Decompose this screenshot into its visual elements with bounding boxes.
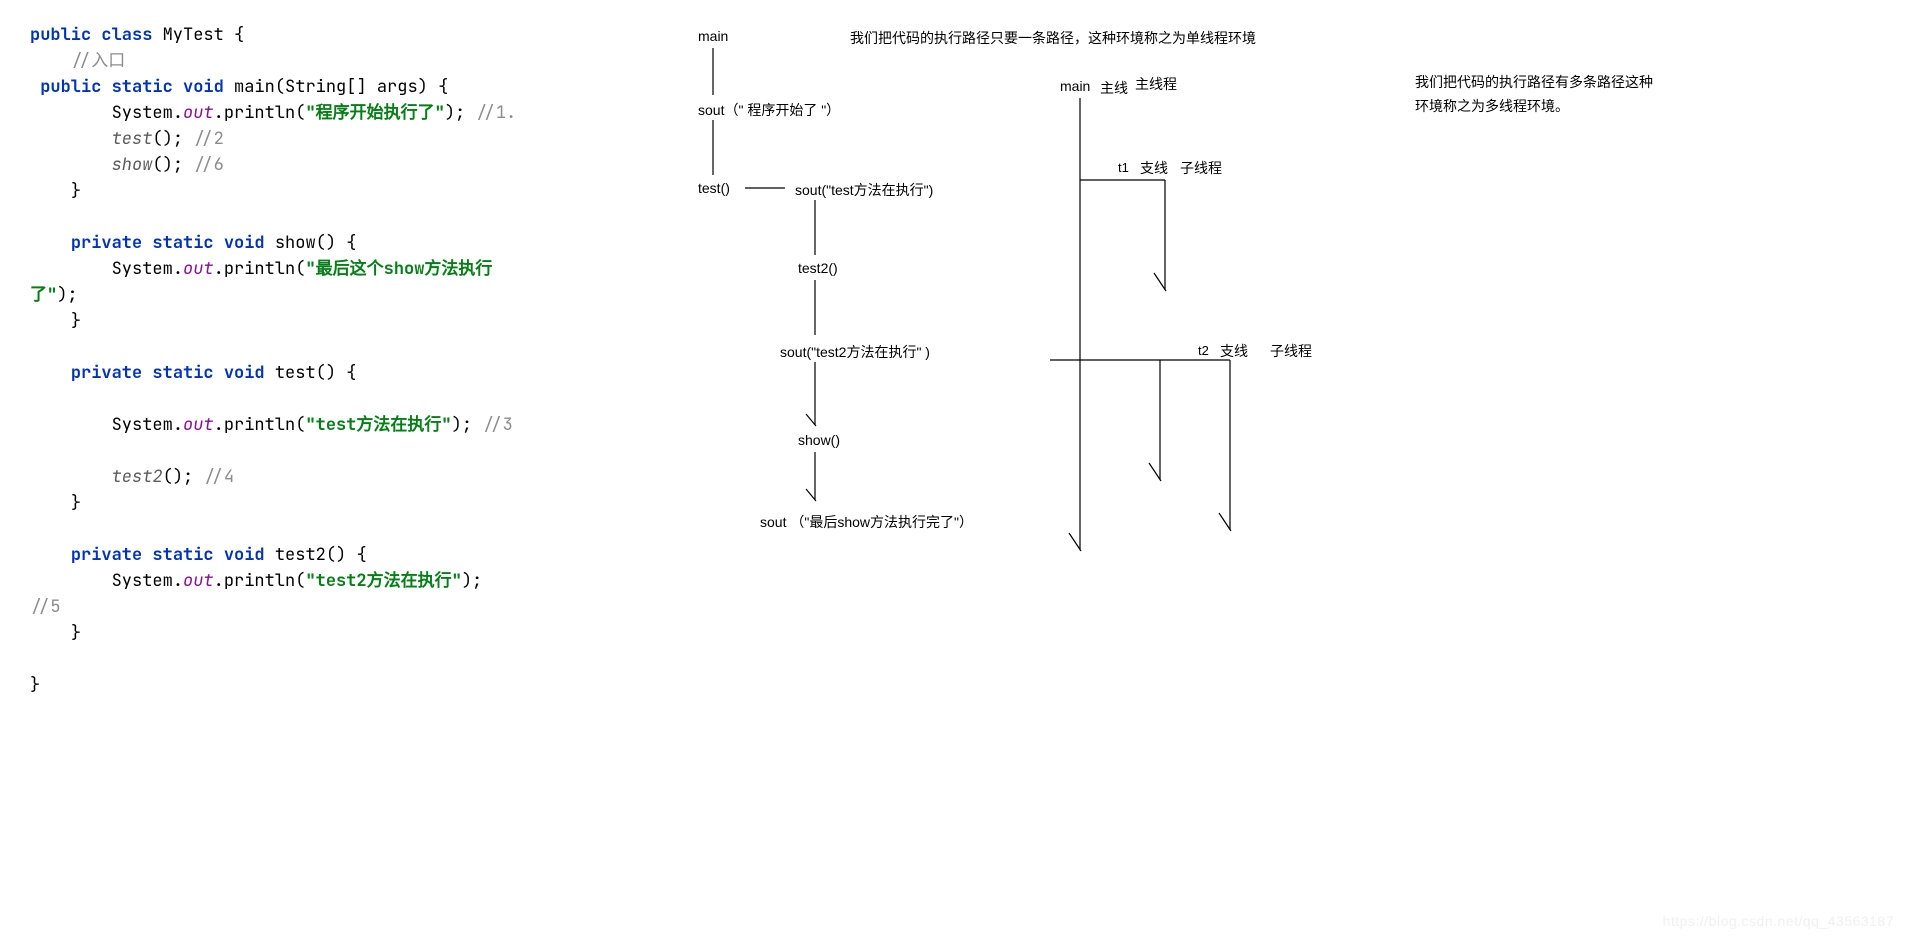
node-sout-test: sout("test方法在执行")	[795, 180, 933, 200]
rd-zhuxiancheng: 主线程	[1135, 74, 1177, 94]
rd-t2: t2	[1198, 343, 1209, 358]
rd-t2-zixian: 子线程	[1270, 341, 1312, 361]
note-multi-1: 我们把代码的执行路径有多条路径这种	[1415, 72, 1653, 92]
rd-t1-zixian: 子线程	[1180, 158, 1222, 178]
rd-zhuxian: 主线	[1100, 78, 1128, 98]
rd-t1: t1	[1118, 160, 1129, 175]
node-test: test()	[698, 180, 730, 196]
node-show: show()	[798, 432, 840, 448]
diagram-lines	[0, 0, 1914, 939]
node-sout-show: sout （"最后show方法执行完了"）	[760, 512, 973, 532]
page: public class MyTest { //入口 public static…	[0, 0, 1914, 939]
node-sout-test2: sout("test2方法在执行" )	[780, 342, 930, 362]
note-single: 我们把代码的执行路径只要一条路径，这种环境称之为单线程环境	[850, 28, 1256, 48]
note-multi-2: 环境称之为多线程环境。	[1415, 96, 1569, 116]
node-test2: test2()	[798, 260, 838, 276]
node-main: main	[698, 28, 728, 44]
rd-t2-zhixian: 支线	[1220, 341, 1248, 361]
rd-t1-zhixian: 支线	[1140, 158, 1168, 178]
rd-main: main	[1060, 78, 1090, 94]
watermark: https://blog.csdn.net/qq_43563187	[1663, 913, 1894, 929]
node-sout-start: sout（" 程序开始了 "）	[698, 100, 840, 120]
